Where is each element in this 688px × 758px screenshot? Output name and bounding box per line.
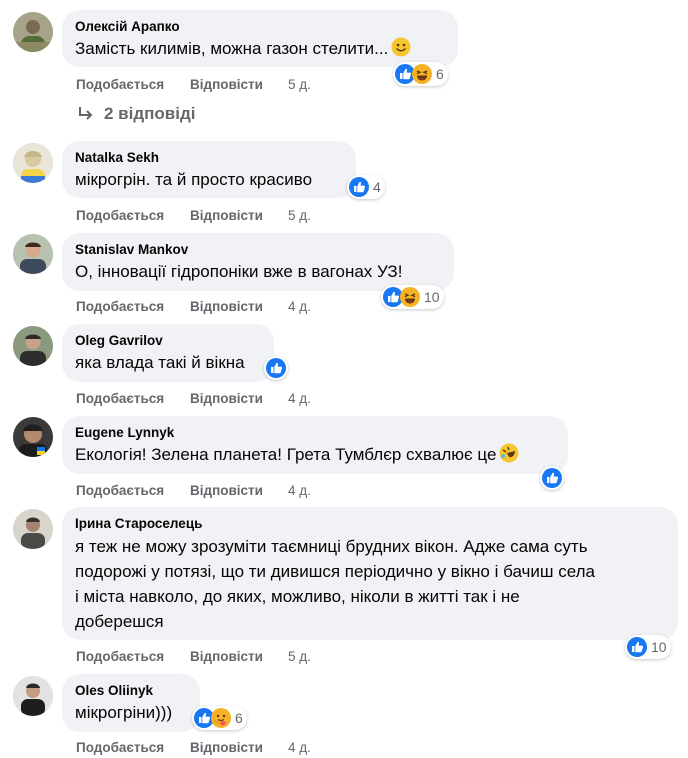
comment-text-line: подорожі у потязі, що ти дивишся періоди… bbox=[75, 562, 596, 581]
comment-bubble: Ірина Староселець я теж не можу зрозуміт… bbox=[62, 507, 678, 640]
reaction-summary[interactable]: 6 bbox=[393, 62, 448, 86]
reaction-summary[interactable] bbox=[540, 466, 564, 490]
slightly-smiling-face-icon bbox=[391, 37, 411, 57]
comment-text: я теж не можу зрозуміти таємниці брудних… bbox=[75, 534, 665, 634]
comment-author[interactable]: Stanislav Mankov bbox=[75, 241, 441, 259]
comment-bubble: Oles Oliinyk мікрогріни))) bbox=[62, 674, 200, 732]
reaction-count: 10 bbox=[424, 289, 440, 305]
avatar[interactable] bbox=[13, 676, 53, 716]
like-reaction-icon bbox=[349, 177, 369, 197]
reaction-summary[interactable]: 10 bbox=[381, 285, 444, 309]
comment-actions: Подобається Відповісти 4 д. bbox=[76, 482, 311, 500]
reply-button[interactable]: Відповісти bbox=[190, 739, 288, 757]
comment-text-line: і міста навколо, до яких, можливо, нікол… bbox=[75, 587, 520, 606]
comment-text-line: я теж не можу зрозуміти таємниці брудних… bbox=[75, 537, 588, 556]
comment-bubble: Stanislav Mankov О, інновації гідропонік… bbox=[62, 233, 454, 291]
comment-author[interactable]: Natalka Sekh bbox=[75, 149, 343, 167]
rolling-laughing-face-icon bbox=[499, 443, 519, 463]
avatar[interactable] bbox=[13, 143, 53, 183]
comment-timestamp[interactable]: 5 д. bbox=[288, 648, 311, 666]
comment-text: О, інновації гідропоніки вже в вагонах У… bbox=[75, 262, 403, 281]
comment-bubble: Natalka Sekh мікрогрін. та й просто крас… bbox=[62, 141, 356, 198]
reaction-count: 4 bbox=[373, 179, 381, 195]
comment-actions: Подобається Відповісти 5 д. bbox=[76, 648, 311, 666]
haha-reaction-icon bbox=[412, 64, 432, 84]
reaction-count: 6 bbox=[436, 66, 444, 82]
comment-author[interactable]: Eugene Lynnyk bbox=[75, 424, 555, 442]
reply-button[interactable]: Відповісти bbox=[190, 76, 288, 94]
comment-timestamp[interactable]: 4 д. bbox=[288, 298, 311, 316]
comment-author[interactable]: Oleg Gavrilov bbox=[75, 332, 261, 350]
reply-button[interactable]: Відповісти bbox=[190, 648, 288, 666]
like-reaction-icon bbox=[542, 468, 562, 488]
like-button[interactable]: Подобається bbox=[76, 207, 190, 225]
like-button[interactable]: Подобається bbox=[76, 739, 190, 757]
reaction-summary[interactable]: 4 bbox=[347, 175, 385, 199]
comment-actions: Подобається Відповісти 5 д. bbox=[76, 76, 311, 94]
comment-text: Екологія! Зелена планета! Грета Тумблєр … bbox=[75, 443, 555, 467]
comment-bubble: Олексій Арапко Замість килимів, можна га… bbox=[62, 10, 458, 67]
reaction-summary[interactable]: 10 bbox=[625, 635, 671, 659]
comment-text-line: доберешся bbox=[75, 612, 164, 631]
reaction-summary[interactable] bbox=[264, 356, 288, 380]
comment-timestamp[interactable]: 4 д. bbox=[288, 390, 311, 408]
like-button[interactable]: Подобається bbox=[76, 648, 190, 666]
like-button[interactable]: Подобається bbox=[76, 298, 190, 316]
comment-timestamp[interactable]: 5 д. bbox=[288, 207, 311, 225]
reaction-count: 6 bbox=[235, 710, 243, 726]
like-button[interactable]: Подобається bbox=[76, 390, 190, 408]
comment-timestamp[interactable]: 4 д. bbox=[288, 482, 311, 500]
comment-actions: Подобається Відповісти 4 д. bbox=[76, 298, 311, 316]
avatar[interactable] bbox=[13, 326, 53, 366]
comment-actions: Подобається Відповісти 5 д. bbox=[76, 207, 311, 225]
reply-arrow-icon bbox=[76, 104, 96, 124]
comment-actions: Подобається Відповісти 4 д. bbox=[76, 390, 311, 408]
comment-timestamp[interactable]: 4 д. bbox=[288, 739, 311, 757]
reply-button[interactable]: Відповісти bbox=[190, 390, 288, 408]
reply-button[interactable]: Відповісти bbox=[190, 207, 288, 225]
reply-button[interactable]: Відповісти bbox=[190, 482, 288, 500]
comment-author[interactable]: Ірина Староселець bbox=[75, 515, 665, 533]
view-replies-link[interactable]: 2 відповіді bbox=[76, 104, 195, 124]
comment-bubble: Eugene Lynnyk Екологія! Зелена планета! … bbox=[62, 416, 568, 474]
comment-text: мікрогрін. та й просто красиво bbox=[75, 170, 313, 189]
reaction-count: 10 bbox=[651, 639, 667, 655]
comment-timestamp[interactable]: 5 д. bbox=[288, 76, 311, 94]
comment-text: Замість килимів, можна газон стелити... bbox=[75, 37, 445, 61]
comment-actions: Подобається Відповісти 4 д. bbox=[76, 739, 311, 757]
view-replies-label: 2 відповіді bbox=[104, 104, 196, 123]
comment-text: яка влада такі й вікна bbox=[75, 353, 245, 372]
like-reaction-icon bbox=[266, 358, 286, 378]
care-reaction-icon bbox=[211, 708, 231, 728]
comment-author[interactable]: Oles Oliinyk bbox=[75, 682, 187, 700]
reply-button[interactable]: Відповісти bbox=[190, 298, 288, 316]
reaction-summary[interactable]: 6 bbox=[192, 706, 247, 730]
comment-bubble: Oleg Gavrilov яка влада такі й вікна bbox=[62, 324, 274, 382]
like-button[interactable]: Подобається bbox=[76, 482, 190, 500]
haha-reaction-icon bbox=[400, 287, 420, 307]
comment-text: мікрогріни))) bbox=[75, 703, 173, 722]
comment-author[interactable]: Олексій Арапко bbox=[75, 18, 445, 36]
avatar[interactable] bbox=[13, 12, 53, 52]
avatar[interactable] bbox=[13, 234, 53, 274]
avatar[interactable] bbox=[13, 509, 53, 549]
like-reaction-icon bbox=[627, 637, 647, 657]
avatar[interactable] bbox=[13, 417, 53, 457]
like-button[interactable]: Подобається bbox=[76, 76, 190, 94]
